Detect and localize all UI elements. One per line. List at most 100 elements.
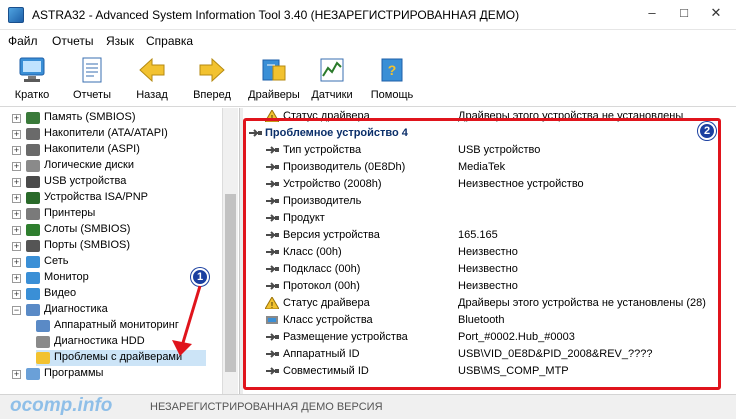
detail-row: Протокол (00h) Неизвестно bbox=[243, 278, 723, 295]
memory-icon bbox=[26, 112, 40, 124]
forward-arrow-icon bbox=[199, 57, 225, 83]
tree-item-3[interactable]: + Логические диски bbox=[0, 158, 220, 174]
tree-item-label: Логические диски bbox=[44, 159, 134, 171]
reports-button[interactable]: Отчеты bbox=[62, 55, 122, 105]
tree-expander[interactable]: + bbox=[12, 130, 21, 139]
tree-expander[interactable]: + bbox=[12, 178, 21, 187]
tree-scrollbar[interactable] bbox=[222, 108, 238, 394]
svg-text:?: ? bbox=[388, 62, 397, 78]
detail-name: Размещение устройства bbox=[283, 331, 408, 343]
tree-expander[interactable]: + bbox=[12, 146, 21, 155]
report-icon bbox=[82, 57, 102, 83]
tree-item-0[interactable]: + Память (SMBIOS) bbox=[0, 110, 220, 126]
tree-item-7[interactable]: + Слоты (SMBIOS) bbox=[0, 222, 220, 238]
printer-icon bbox=[26, 208, 40, 220]
tree-expander[interactable]: + bbox=[12, 370, 21, 379]
detail-value: USB\VID_0E8D&PID_2008&REV_???? bbox=[458, 348, 653, 360]
tree-item-label: Видео bbox=[44, 287, 77, 299]
menu-bar: Файл Отчеты Язык Справка bbox=[0, 31, 736, 51]
sensor-icon bbox=[36, 320, 50, 332]
detail-value: Неизвестное устройство bbox=[458, 178, 584, 190]
tree-expander[interactable]: + bbox=[12, 226, 21, 235]
disk-icon bbox=[26, 160, 40, 172]
tree-item-label: Программы bbox=[44, 367, 104, 379]
usb-icon bbox=[266, 214, 279, 222]
tree-item-9[interactable]: + Сеть bbox=[0, 254, 220, 270]
tree-expander[interactable]: + bbox=[12, 114, 21, 123]
help-icon: ? bbox=[381, 58, 403, 82]
app-icon bbox=[8, 7, 24, 23]
drive-icon bbox=[26, 128, 40, 140]
tree-expander[interactable]: + bbox=[12, 274, 21, 283]
usb-icon bbox=[266, 350, 279, 358]
menu-language[interactable]: Язык bbox=[106, 34, 134, 48]
monitor-icon bbox=[19, 57, 45, 82]
detail-value: Bluetooth bbox=[458, 314, 505, 326]
tree-item-2[interactable]: + Накопители (ASPI) bbox=[0, 142, 220, 158]
help-button[interactable]: ? Помощь bbox=[362, 55, 422, 105]
detail-name: Класс устройства bbox=[283, 314, 373, 326]
tree-expander[interactable]: + bbox=[12, 194, 21, 203]
svg-text:!: ! bbox=[271, 301, 273, 309]
tree-item-label: Диагностика bbox=[44, 303, 108, 315]
menu-reports[interactable]: Отчеты bbox=[52, 34, 93, 48]
drivers-button[interactable]: Драйверы bbox=[244, 55, 304, 105]
detail-value: Неизвестно bbox=[458, 263, 518, 275]
tree-item-16[interactable]: + Программы bbox=[0, 366, 220, 382]
summary-button[interactable]: Кратко bbox=[2, 55, 62, 105]
detail-row: ! Статус драйвера Драйверы этого устройств… bbox=[243, 295, 723, 312]
detail-value: 165.165 bbox=[458, 229, 498, 241]
video-icon bbox=[26, 288, 40, 300]
tree-expander[interactable]: + bbox=[12, 210, 21, 219]
detail-row: Производитель bbox=[243, 193, 723, 210]
minimize-button[interactable]: – bbox=[640, 2, 664, 24]
tree-expander[interactable]: + bbox=[12, 290, 21, 299]
tree-item-1[interactable]: + Накопители (ATA/ATAPI) bbox=[0, 126, 220, 142]
tree-item-4[interactable]: + USB устройства bbox=[0, 174, 220, 190]
tree-expander[interactable]: + bbox=[12, 258, 21, 267]
maximize-button[interactable]: □ bbox=[672, 2, 696, 24]
problem-device-header: Проблемное устройство 4 bbox=[243, 125, 723, 142]
device-class-icon bbox=[266, 316, 278, 324]
detail-value: Неизвестно bbox=[458, 246, 518, 258]
usb-icon bbox=[266, 146, 279, 154]
problem-device-title: Проблемное устройство 4 bbox=[265, 127, 408, 139]
back-button[interactable]: Назад bbox=[122, 55, 182, 105]
tree-item-6[interactable]: + Принтеры bbox=[0, 206, 220, 222]
driver-problem-icon bbox=[36, 352, 50, 364]
monitor-icon bbox=[26, 272, 40, 284]
tree-item-label: Устройства ISA/PNP bbox=[44, 191, 149, 203]
status-text: НЕЗАРЕГИСТРИРОВАННАЯ ДЕМО ВЕРСИЯ bbox=[150, 401, 383, 413]
forward-button[interactable]: Вперед bbox=[182, 55, 242, 105]
tree-item-label: Накопители (ASPI) bbox=[44, 143, 140, 155]
usb-icon bbox=[266, 333, 279, 341]
detail-row-top: ! Статус драйвера Драйверы этого устройс… bbox=[243, 108, 723, 125]
chip-icon bbox=[26, 192, 40, 204]
close-button[interactable]: ✕ bbox=[704, 2, 728, 24]
tree-item-8[interactable]: + Порты (SMBIOS) bbox=[0, 238, 220, 254]
tree-item-label: Память (SMBIOS) bbox=[44, 111, 136, 123]
tree-expander[interactable]: + bbox=[12, 242, 21, 251]
toolbar: Кратко Отчеты Назад Вперед Драйверы Датч… bbox=[0, 51, 736, 107]
tree-scrollbar-thumb[interactable] bbox=[225, 194, 236, 372]
sensors-icon bbox=[320, 58, 344, 82]
menu-file[interactable]: Файл bbox=[8, 34, 38, 48]
sensors-button[interactable]: Датчики bbox=[302, 55, 362, 105]
svg-text:!: ! bbox=[271, 114, 273, 122]
detail-name: Производитель (0E8Dh) bbox=[283, 161, 406, 173]
detail-row: Устройство (2008h) Неизвестное устройство bbox=[243, 176, 723, 193]
tree-item-label: Принтеры bbox=[44, 207, 96, 219]
menu-help[interactable]: Справка bbox=[146, 34, 193, 48]
detail-name: Статус драйвера bbox=[283, 297, 370, 309]
annotation-arrow bbox=[172, 285, 202, 356]
tree-expander[interactable]: + bbox=[12, 162, 21, 171]
tree-item-5[interactable]: + Устройства ISA/PNP bbox=[0, 190, 220, 206]
network-icon bbox=[26, 256, 40, 268]
details-pane: ! Статус драйвера Драйверы этого устройс… bbox=[243, 108, 736, 394]
status-bar: НЕЗАРЕГИСТРИРОВАННАЯ ДЕМО ВЕРСИЯ ocomp.i… bbox=[0, 394, 736, 419]
tree-expander[interactable]: − bbox=[12, 306, 21, 315]
detail-row: Совместимый ID USB\MS_COMP_MTP bbox=[243, 363, 723, 380]
watermark-logo: ocomp.info bbox=[10, 395, 113, 416]
usb-icon bbox=[266, 248, 279, 256]
detail-row: Тип устройства USB устройство bbox=[243, 142, 723, 159]
